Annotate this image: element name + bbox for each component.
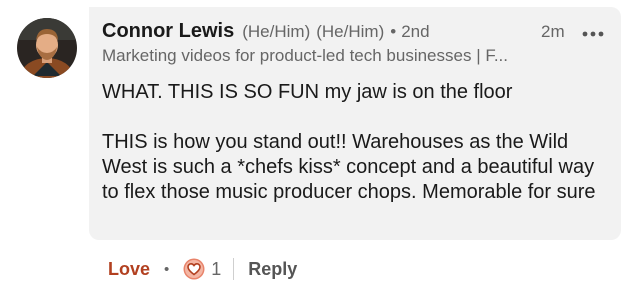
author-pronouns: (He/Him) [242, 22, 311, 41]
reaction-summary[interactable]: 1 [183, 258, 221, 280]
comment-header: Connor Lewis (He/Him) (He/Him) • 2nd [102, 20, 430, 46]
degree-separator: • [390, 22, 397, 41]
avatar-image [17, 18, 77, 78]
comment-paragraph: THIS is how you stand out!! Warehouses a… [102, 131, 596, 203]
action-separator: • [164, 260, 170, 278]
comment-paragraph: WHAT. THIS IS SO FUN my jaw is on the fl… [102, 81, 513, 103]
action-divider [233, 258, 235, 280]
comment-actions: Love • 1 Reply [108, 256, 297, 282]
author-name[interactable]: Connor Lewis [102, 20, 234, 43]
author-pronouns: (He/Him) [316, 22, 385, 41]
love-reaction-button[interactable]: Love [108, 259, 150, 280]
author-headline: Marketing videos for product-led tech bu… [102, 46, 508, 65]
more-options-button[interactable] [581, 24, 605, 44]
comment-timestamp: 2m [541, 22, 565, 41]
reaction-count: 1 [211, 258, 222, 279]
comment-text: WHAT. THIS IS SO FUN my jaw is on the fl… [102, 80, 614, 205]
love-heart-icon [183, 258, 205, 280]
connection-degree: 2nd [401, 22, 430, 41]
avatar[interactable] [17, 18, 77, 78]
more-horizontal-icon [582, 31, 604, 37]
reply-button[interactable]: Reply [248, 259, 297, 280]
